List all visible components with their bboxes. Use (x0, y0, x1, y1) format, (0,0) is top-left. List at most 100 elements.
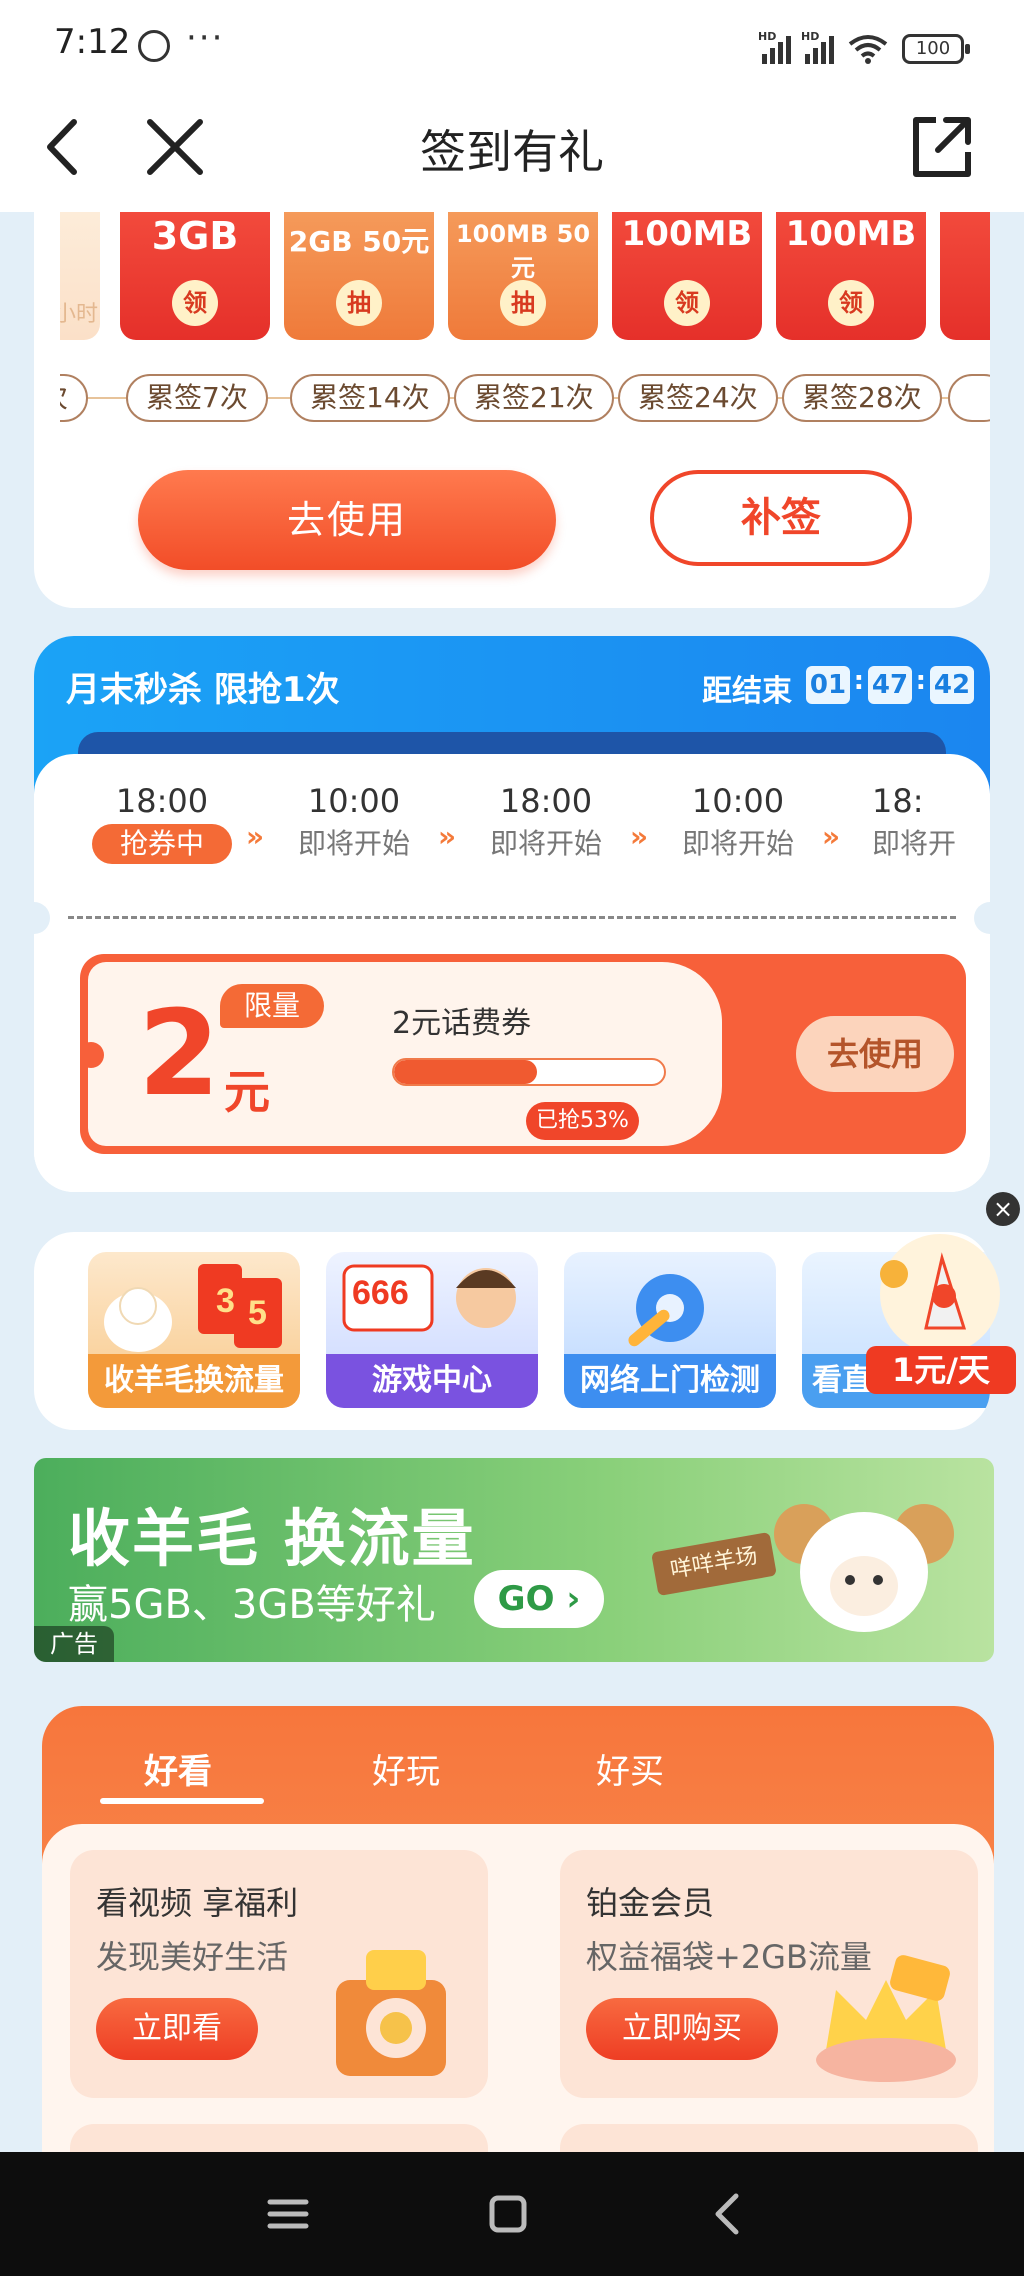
prize-item[interactable]: 2GB 50元 抽 (284, 212, 434, 340)
go-label: GO (497, 1579, 555, 1619)
farm-sign: 咩咩羊场 (651, 1531, 777, 1597)
time-slot[interactable]: 10:00 即将开始 (274, 782, 434, 864)
slot-status: 即将开始 (681, 827, 794, 860)
close-icon[interactable]: × (986, 1192, 1020, 1226)
prize-row: 小时 3GB 领 2GB 50元 抽 100MB 50元 抽 100MB 领 1… (60, 212, 990, 340)
slot-time: 18: (872, 782, 924, 820)
chevron-right-icon: › (566, 1579, 581, 1619)
resign-button[interactable]: 补签 (650, 470, 912, 566)
entry-network-check[interactable]: 网络上门检测 (564, 1252, 776, 1408)
prize-label: 2GB 50元 (288, 225, 430, 258)
slot-time: 18:00 (499, 782, 593, 820)
prize-badge: 领 (172, 280, 218, 326)
hd-label-2: HD (801, 30, 820, 43)
svg-text:666: 666 (352, 1274, 409, 1312)
coupon-notch (80, 1042, 104, 1068)
home-icon[interactable] (480, 2186, 536, 2242)
crown-gift-icon (816, 1955, 956, 2082)
track-pill: 累签21次 (454, 374, 614, 422)
checkin-card: 小时 3GB 领 2GB 50元 抽 100MB 50元 抽 100MB 领 1… (34, 212, 990, 608)
promo-card-video[interactable]: 看视频 享福利 发现美好生活 立即看 (70, 1850, 488, 2098)
chevron-right-icon: » (438, 820, 457, 853)
prize-item[interactable]: 小时 (60, 212, 100, 340)
prize-badge: 抽 (500, 280, 546, 326)
chevron-right-icon: » (246, 820, 265, 853)
checkin-track: 次 累签7次 累签14次 累签21次 累签24次 累签28次 (60, 368, 990, 428)
prize-label: 3GB (151, 214, 239, 258)
prize-faint: 小时 (60, 302, 99, 327)
slot-time: 18:00 (115, 782, 209, 820)
track-pill: 次 (60, 374, 89, 422)
coupon-progress-bar (392, 1058, 666, 1086)
menu-icon[interactable] (260, 2186, 316, 2242)
slot-time: 10:00 (307, 782, 401, 820)
wrench-gear-icon (628, 1274, 704, 1347)
coupon-body: 2 元 限量 2元话费券 已抢53% (80, 962, 722, 1146)
tab-haokan[interactable]: 好看 (144, 1744, 212, 1793)
coupon-use-button[interactable]: 去使用 (796, 1016, 954, 1092)
flash-sale-title: 月末秒杀 限抢1次 (66, 670, 340, 710)
slot-time: 10:00 (691, 782, 785, 820)
watch-now-button[interactable]: 立即看 (96, 1998, 258, 2060)
time-slot[interactable]: 18: 即将开 (850, 782, 970, 864)
countdown-label: 距结束 (702, 674, 792, 709)
card-title: 铂金会员 (586, 1884, 715, 1922)
flash-sale-card: 月末秒杀 限抢1次 距结束 01 : 47 : 42 18:00 抢券中 » 1… (34, 636, 990, 1192)
share-icon[interactable] (906, 112, 976, 182)
prize-badge: 抽 (336, 280, 382, 326)
coupon-unit: 元 (224, 1065, 270, 1119)
buy-now-button[interactable]: 立即购买 (586, 1998, 778, 2060)
promo-banner[interactable]: 收羊毛 换流量 赢5GB、3GB等好礼 GO › 咩咩羊场 广告 (34, 1458, 994, 1662)
tab-haowan[interactable]: 好玩 (372, 1744, 440, 1793)
system-nav-bar (0, 2152, 1024, 2276)
prize-badge: 领 (664, 280, 710, 326)
use-button[interactable]: 去使用 (138, 470, 556, 570)
prize-label: 100MB (621, 214, 753, 254)
banner-title: 收羊毛 换流量 (68, 1502, 476, 1575)
coupon-card: 2 元 限量 2元话费券 已抢53% 去使用 (80, 954, 966, 1154)
time-slot[interactable]: 10:00 即将开始 (658, 782, 818, 864)
floating-ad[interactable]: 1元/天 (846, 1228, 1024, 1404)
card-title: 看视频 享福利 (96, 1884, 299, 1922)
track-pill (948, 374, 990, 422)
status-bar: 7:12 ··· HD HD 100 (0, 0, 1024, 90)
status-time: 7:12 (54, 22, 131, 62)
tab-haomai[interactable]: 好买 (596, 1744, 664, 1793)
card-subtitle: 发现美好生活 (96, 1938, 289, 1976)
prize-item[interactable]: 100MB 领 (612, 212, 762, 340)
chevron-right-icon: » (822, 820, 841, 853)
track-pill: 累签28次 (782, 374, 942, 422)
slot-status: 即将开始 (297, 827, 410, 860)
chevron-right-icon: » (630, 820, 649, 853)
prize-item[interactable]: 100MB 领 (776, 212, 926, 340)
track-pill: 累签7次 (126, 374, 268, 422)
sheep-icon (774, 1504, 954, 1632)
prize-item[interactable]: 3GB 领 (120, 212, 270, 340)
entry-wool[interactable]: 3 5 收羊毛换流量 (88, 1252, 300, 1408)
svg-text:3: 3 (216, 1282, 235, 1320)
entry-label: 游戏中心 (326, 1354, 538, 1408)
countdown-seconds: 42 (930, 666, 974, 704)
wifi-icon (848, 34, 888, 64)
battery-icon: 100 (902, 34, 970, 64)
entry-games[interactable]: 666 游戏中心 (326, 1252, 538, 1408)
back-nav-icon[interactable] (702, 2186, 758, 2242)
slot-status: 即将开始 (489, 827, 602, 860)
prize-badge: 领 (828, 280, 874, 326)
coupon-name: 2元话费券 (392, 1006, 532, 1041)
countdown-minutes: 47 (868, 666, 912, 704)
prize-item[interactable] (940, 212, 990, 340)
page-title: 签到有礼 (420, 125, 604, 179)
time-slot[interactable]: 18:00 即将开始 (466, 782, 626, 864)
ad-label: 广告 (34, 1626, 114, 1662)
promo-card-platinum[interactable]: 铂金会员 权益福袋+2GB流量 立即购买 (560, 1850, 978, 2098)
coupon-progress-label: 已抢53% (526, 1102, 639, 1140)
countdown-separator: : (853, 666, 864, 696)
banner-go-button[interactable]: GO › (474, 1570, 604, 1628)
banner-subtitle: 赢5GB、3GB等好礼 (68, 1582, 436, 1628)
prize-item[interactable]: 100MB 50元 抽 (448, 212, 598, 340)
track-pill: 累签24次 (618, 374, 778, 422)
time-slot[interactable]: 18:00 抢券中 (82, 782, 242, 864)
countdown-separator: : (915, 666, 926, 696)
divider-notch (34, 902, 50, 934)
